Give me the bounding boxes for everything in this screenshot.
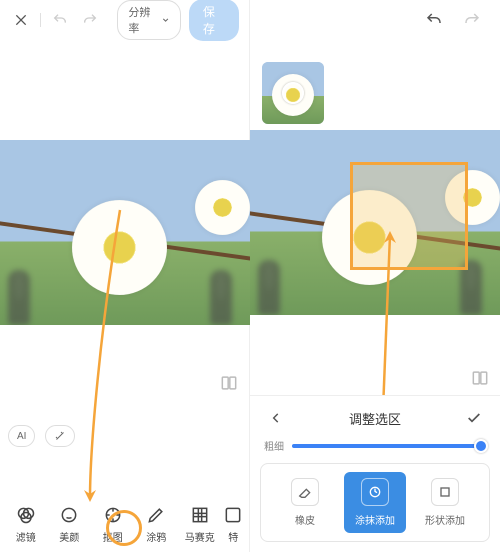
compare-icon[interactable]: [219, 373, 241, 395]
panel-title: 调整选区: [349, 409, 401, 428]
back-icon[interactable]: [264, 406, 288, 430]
mode-smear-add[interactable]: 涂抹添加: [344, 472, 406, 533]
editor-screen-tools: 分辨率 保存 AI: [0, 0, 250, 552]
tool-label: 抠图: [103, 529, 123, 544]
compare-icon[interactable]: [470, 368, 492, 390]
brush-cursor-icon: [282, 82, 304, 104]
tool-label: 马赛克: [185, 529, 215, 544]
undo-icon[interactable]: [422, 8, 446, 32]
tool-more[interactable]: 特: [223, 505, 243, 544]
topbar-left: 分辨率 保存: [0, 0, 249, 40]
eraser-icon: [291, 478, 319, 506]
slider-thumb[interactable]: [474, 439, 488, 453]
mode-label: 橡皮: [295, 512, 315, 527]
mode-label: 形状添加: [425, 512, 465, 527]
slider-label: 粗细: [264, 438, 284, 453]
smear-icon: [361, 478, 389, 506]
ai-button[interactable]: AI: [8, 425, 35, 447]
topbar-right: [250, 0, 500, 40]
mode-row: 橡皮 涂抹添加 形状添加: [260, 463, 490, 542]
resolution-button[interactable]: 分辨率: [117, 0, 181, 40]
tool-row: 滤镜 美颜 抠图 涂鸦 马赛克 特: [0, 505, 249, 544]
tool-mosaic[interactable]: 马赛克: [180, 505, 220, 544]
undo-icon[interactable]: [49, 8, 71, 32]
tool-label: 特: [228, 529, 238, 544]
divider: [40, 13, 41, 27]
close-icon[interactable]: [10, 8, 32, 32]
resolution-label: 分辨率: [128, 4, 158, 36]
redo-icon[interactable]: [460, 8, 484, 32]
shape-icon: [431, 478, 459, 506]
mode-shape-add[interactable]: 形状添加: [414, 472, 476, 533]
selection-thumbnail[interactable]: [262, 62, 324, 124]
thickness-slider[interactable]: [292, 444, 486, 448]
tool-label: 美颜: [59, 529, 79, 544]
photo-canvas[interactable]: [250, 130, 500, 315]
photo-canvas[interactable]: [0, 140, 250, 325]
magic-button[interactable]: [45, 425, 75, 447]
editor-screen-selection: 调整选区 粗细 橡皮: [250, 0, 500, 552]
adjust-selection-panel: 调整选区 粗细 橡皮: [250, 395, 500, 552]
mode-eraser[interactable]: 橡皮: [274, 472, 336, 533]
tool-beauty[interactable]: 美颜: [49, 505, 89, 544]
tool-cutout[interactable]: 抠图: [93, 505, 133, 544]
tool-label: 滤镜: [16, 529, 36, 544]
confirm-icon[interactable]: [462, 406, 486, 430]
save-button[interactable]: 保存: [189, 0, 239, 41]
redo-icon[interactable]: [79, 8, 101, 32]
mode-label: 涂抹添加: [355, 512, 395, 527]
tool-label: 涂鸦: [146, 529, 166, 544]
chevron-down-icon: [161, 15, 170, 25]
tool-doodle[interactable]: 涂鸦: [136, 505, 176, 544]
tool-filter[interactable]: 滤镜: [6, 505, 46, 544]
